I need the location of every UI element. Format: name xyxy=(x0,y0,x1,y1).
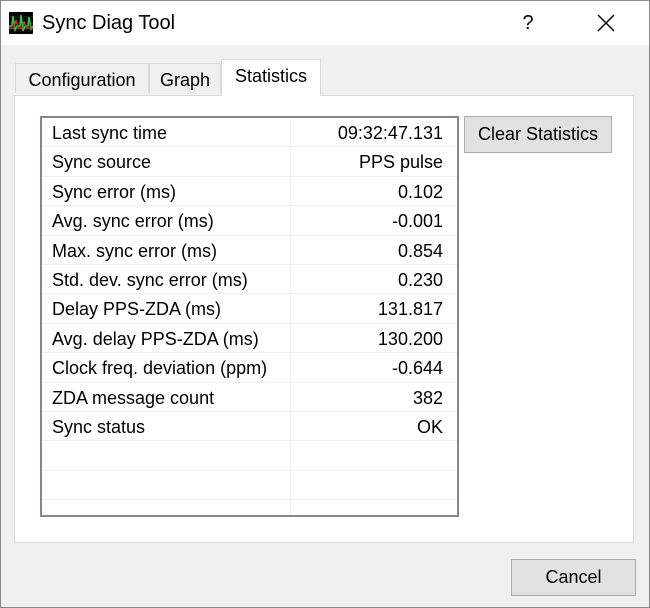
stat-value: -0.001 xyxy=(391,211,443,232)
table-row: Avg. sync error (ms) -0.001 xyxy=(42,206,457,236)
stat-value: 0.102 xyxy=(397,181,443,202)
tab-configuration[interactable]: Configuration xyxy=(15,63,149,93)
signal-waveform-icon xyxy=(9,12,33,34)
stat-name: Avg. delay PPS-ZDA (ms) xyxy=(52,328,259,349)
stat-value: 131.817 xyxy=(377,299,443,320)
table-row: Delay PPS-ZDA (ms) 131.817 xyxy=(42,294,457,324)
stat-name: ZDA message count xyxy=(52,387,215,408)
stat-value: 0.854 xyxy=(397,240,443,261)
cancel-button[interactable]: Cancel xyxy=(511,559,636,596)
table-row: Sync status OK xyxy=(42,412,457,442)
stat-name: Max. sync error (ms) xyxy=(52,240,218,261)
stat-name: Last sync time xyxy=(52,123,168,143)
stat-name: Clock freq. deviation (ppm) xyxy=(52,358,268,379)
stat-name: Sync source xyxy=(52,152,152,173)
stat-value: 382 xyxy=(412,387,443,408)
title-bar: Sync Diag Tool ? xyxy=(1,1,649,45)
stat-value: OK xyxy=(416,417,443,437)
window-title: Sync Diag Tool xyxy=(42,12,176,34)
help-button[interactable]: ? xyxy=(505,5,551,41)
empty-table-row xyxy=(42,471,457,501)
sync-diag-dialog: Sync Diag Tool ? Configuration Graph Sta… xyxy=(0,0,650,608)
close-icon xyxy=(597,14,615,32)
tab-graph[interactable]: Graph xyxy=(149,63,221,93)
stat-name: Sync error (ms) xyxy=(52,181,177,202)
stat-name: Sync status xyxy=(52,417,146,437)
stat-value: 0.230 xyxy=(397,270,443,290)
statistics-panel: Last sync time 09:32:47.131 Sync source PPS… xyxy=(14,95,634,543)
table-row: Clock freq. deviation (ppm) -0.644 xyxy=(42,353,457,383)
clear-statistics-button[interactable]: Clear Statistics xyxy=(464,116,612,153)
table-row: Sync source PPS pulse xyxy=(42,147,457,177)
close-button[interactable] xyxy=(583,5,629,41)
stat-name: Std. dev. sync error (ms) xyxy=(52,270,248,290)
empty-table-row xyxy=(42,441,457,471)
stat-name: Avg. sync error (ms) xyxy=(52,211,214,232)
stat-value: PPS pulse xyxy=(358,152,443,173)
table-row: Sync error (ms) 0.102 xyxy=(42,177,457,207)
stat-value: 130.200 xyxy=(377,328,443,349)
stat-name: Delay PPS-ZDA (ms) xyxy=(52,299,222,320)
table-row: Max. sync error (ms) 0.854 xyxy=(42,236,457,265)
tab-statistics[interactable]: Statistics xyxy=(221,59,321,96)
table-row: ZDA message count 382 xyxy=(42,383,457,412)
table-row: Avg. delay PPS-ZDA (ms) 130.200 xyxy=(42,324,457,354)
table-row: Last sync time 09:32:47.131 xyxy=(42,118,457,148)
stat-value: 09:32:47.131 xyxy=(337,123,443,143)
statistics-table: Last sync time 09:32:47.131 Sync source PPS… xyxy=(40,116,459,517)
table-row: Std. dev. sync error (ms) 0.230 xyxy=(42,265,457,295)
stat-value: -0.644 xyxy=(391,358,443,379)
